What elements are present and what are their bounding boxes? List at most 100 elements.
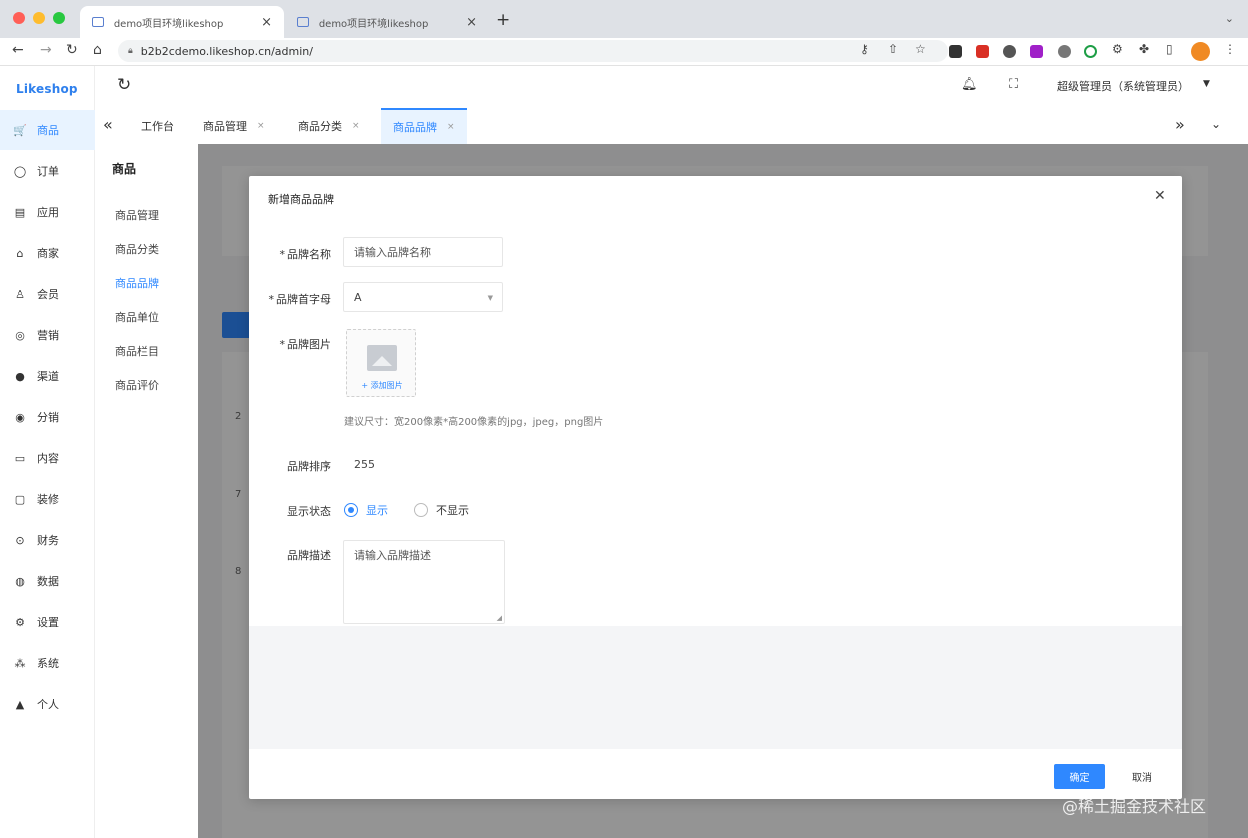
radio-icon bbox=[414, 503, 428, 517]
settings-icon[interactable]: ⚙ bbox=[1112, 42, 1123, 56]
marketing-icon: ◎ bbox=[15, 328, 25, 342]
lock-icon: 🔒︎ bbox=[128, 46, 133, 56]
resize-handle-icon[interactable]: ◢ bbox=[497, 614, 502, 622]
status-show-radio[interactable]: 显示 bbox=[344, 502, 388, 518]
maximize-window-button[interactable] bbox=[53, 12, 65, 24]
sidebar-item-merchant[interactable]: ⌂ 商家 bbox=[0, 233, 95, 273]
close-tab-icon[interactable]: × bbox=[466, 15, 477, 30]
key-icon[interactable]: ⚷ bbox=[860, 42, 869, 56]
browser-tab-1[interactable]: demo项目环境likeshop × bbox=[80, 6, 284, 38]
submenu-title: 商品 bbox=[112, 162, 137, 176]
bell-icon[interactable]: 🔔︎ bbox=[961, 77, 978, 92]
submenu-item-product-review[interactable]: 商品评价 bbox=[115, 377, 159, 393]
dialog-body-fill bbox=[249, 626, 1182, 749]
confirm-button[interactable]: 确定 bbox=[1054, 764, 1105, 789]
back-icon[interactable]: ← bbox=[12, 42, 24, 58]
sidepanel-icon[interactable]: ▯ bbox=[1166, 42, 1173, 56]
brand-desc-textarea[interactable]: 请输入品牌描述 ◢ bbox=[343, 540, 505, 624]
watermark: @稀土掘金技术社区 bbox=[1062, 797, 1207, 816]
sidebar-item-product[interactable]: 🛒 商品 bbox=[0, 110, 95, 150]
sidebar-item-member[interactable]: ♙ 会员 bbox=[0, 274, 95, 314]
sidebar-item-content[interactable]: ▭ 内容 bbox=[0, 438, 95, 478]
sidebar-item-settings[interactable]: ⚙ 设置 bbox=[0, 602, 95, 642]
extension-icon[interactable] bbox=[1030, 45, 1043, 58]
close-icon[interactable]: × bbox=[447, 122, 455, 132]
system-icon: ⁂ bbox=[14, 656, 26, 670]
minimize-window-button[interactable] bbox=[33, 12, 45, 24]
sidebar-item-data[interactable]: ◍ 数据 bbox=[0, 561, 95, 601]
brand-image-label: * 品牌图片 bbox=[279, 338, 332, 351]
tab-workbench[interactable]: 工作台 bbox=[141, 108, 174, 144]
brand-initial-label: * 品牌首字母 bbox=[268, 293, 332, 306]
sidebar-item-channel[interactable]: ● 渠道 bbox=[0, 356, 95, 396]
new-tab-button[interactable]: + bbox=[496, 10, 510, 30]
address-bar[interactable]: 🔒︎ b2b2cdemo.likeshop.cn/admin/ bbox=[118, 40, 948, 62]
main-sidebar: Likeshop 🛒 商品 ◯ 订单 ▤ 应用 ⌂ 商家 ♙ 会员 ◎ 营销 ● 渠道 ◉ 分销 ▭ 内容 ▢ 装修 ⊙… bbox=[0, 66, 95, 838]
tab-product-category[interactable]: 商品分类 × bbox=[298, 108, 360, 144]
share-icon[interactable]: ⇧ bbox=[888, 42, 898, 56]
submenu-item-product-unit[interactable]: 商品单位 bbox=[115, 309, 159, 325]
submenu-item-product-category[interactable]: 商品分类 bbox=[115, 241, 159, 257]
caret-down-icon[interactable]: ▼ bbox=[1203, 79, 1210, 89]
sidebar-item-label: 设置 bbox=[37, 616, 59, 629]
sub-menu: 商品 商品管理商品分类商品品牌商品单位商品栏目商品评价 bbox=[95, 144, 198, 838]
browser-toolbar: ← → ↻ ⌂ 🔒︎ b2b2cdemo.likeshop.cn/admin/ … bbox=[0, 38, 1248, 66]
sidebar-item-label: 营销 bbox=[37, 329, 59, 342]
extension-icon[interactable] bbox=[1003, 45, 1016, 58]
chevron-down-icon[interactable]: ⌄ bbox=[1211, 117, 1221, 131]
submenu-item-product-brand[interactable]: 商品品牌 bbox=[115, 275, 159, 291]
settings-icon: ⚙ bbox=[15, 615, 25, 629]
home-icon[interactable]: ⌂ bbox=[93, 42, 102, 58]
extension-icon[interactable] bbox=[1084, 45, 1097, 58]
sidebar-item-order[interactable]: ◯ 订单 bbox=[0, 151, 95, 191]
brand-name-input[interactable]: 请输入品牌名称 bbox=[343, 237, 503, 267]
sidebar-item-label: 装修 bbox=[37, 493, 59, 506]
close-tab-icon[interactable]: × bbox=[261, 15, 272, 30]
display-status-label: 显示状态 bbox=[287, 505, 331, 518]
url-text: b2b2cdemo.likeshop.cn/admin/ bbox=[140, 44, 313, 58]
sidebar-item-marketing[interactable]: ◎ 营销 bbox=[0, 315, 95, 355]
sidebar-item-system[interactable]: ⁂ 系统 bbox=[0, 643, 95, 683]
extension-icon[interactable] bbox=[949, 45, 962, 58]
forward-icon[interactable]: → bbox=[40, 42, 52, 58]
extension-icon[interactable] bbox=[1058, 45, 1071, 58]
brand-initial-select[interactable]: A ▼ bbox=[343, 282, 503, 312]
scroll-right-icon[interactable]: » bbox=[1175, 115, 1185, 134]
submenu-item-product-manage[interactable]: 商品管理 bbox=[115, 207, 159, 223]
sidebar-item-distribution[interactable]: ◉ 分销 bbox=[0, 397, 95, 437]
fullscreen-icon[interactable]: ⛶ bbox=[1009, 77, 1018, 92]
top-navbar: ↻ 🔔︎ ⛶ 超级管理员（系统管理员） ▼ bbox=[95, 66, 1248, 108]
refresh-icon[interactable]: ↻ bbox=[117, 75, 131, 95]
puzzle-icon[interactable]: ✤ bbox=[1139, 42, 1149, 56]
close-window-button[interactable] bbox=[13, 12, 25, 24]
status-hide-radio[interactable]: 不显示 bbox=[414, 502, 469, 518]
product-icon: 🛒 bbox=[13, 123, 27, 137]
star-icon[interactable]: ☆ bbox=[915, 42, 926, 56]
chevron-down-icon[interactable]: ⌄ bbox=[1225, 12, 1234, 25]
profile-avatar[interactable] bbox=[1191, 42, 1210, 61]
order-icon: ◯ bbox=[13, 164, 27, 178]
sidebar-item-apps[interactable]: ▤ 应用 bbox=[0, 192, 95, 232]
tab-product-manage[interactable]: 商品管理 × bbox=[203, 108, 265, 144]
close-icon[interactable]: ✕ bbox=[1154, 188, 1166, 204]
submenu-item-product-column[interactable]: 商品栏目 bbox=[115, 343, 159, 359]
cancel-button[interactable]: 取消 bbox=[1119, 764, 1165, 789]
more-icon[interactable]: ⋮ bbox=[1224, 42, 1236, 56]
collapse-icon[interactable]: « bbox=[103, 115, 113, 134]
image-upload[interactable]: + 添加图片 bbox=[346, 329, 416, 397]
sidebar-item-decoration[interactable]: ▢ 装修 bbox=[0, 479, 95, 519]
tab-product-brand[interactable]: 商品品牌 × bbox=[381, 108, 467, 144]
close-icon[interactable]: × bbox=[257, 121, 265, 131]
logo: Likeshop bbox=[16, 82, 78, 96]
close-icon[interactable]: × bbox=[352, 121, 360, 131]
extension-icon[interactable] bbox=[976, 45, 989, 58]
sidebar-item-finance[interactable]: ⊙ 财务 bbox=[0, 520, 95, 560]
caret-down-icon: ▼ bbox=[487, 294, 493, 302]
brand-sort-input[interactable]: 255 bbox=[343, 449, 503, 479]
sidebar-item-label: 系统 bbox=[37, 657, 59, 670]
sidebar-item-personal[interactable]: ▲ 个人 bbox=[0, 684, 95, 724]
reload-icon[interactable]: ↻ bbox=[66, 42, 78, 58]
browser-tab-2[interactable]: demo项目环境likeshop × bbox=[285, 6, 489, 38]
sidebar-item-label: 商家 bbox=[37, 247, 59, 260]
user-menu[interactable]: 超级管理员（系统管理员） bbox=[1057, 78, 1189, 94]
